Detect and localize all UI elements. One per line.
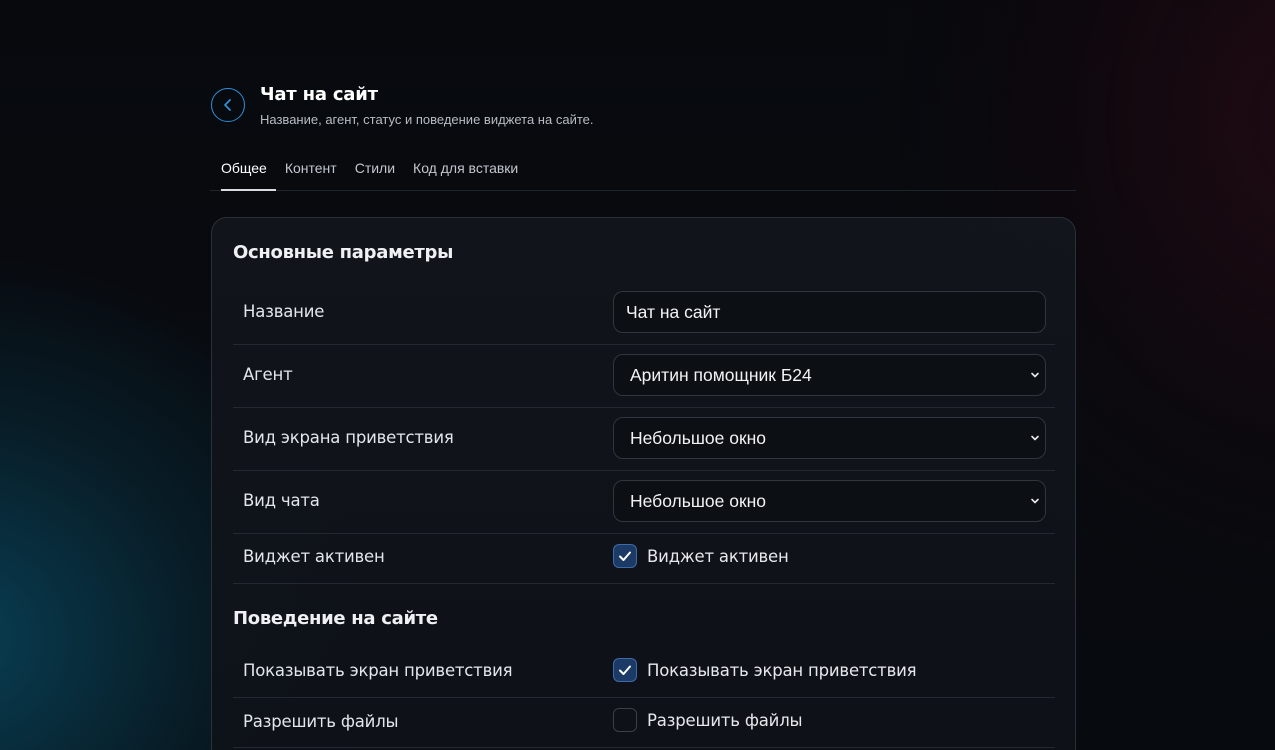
chat-view-select[interactable]: Небольшое окно xyxy=(613,480,1046,522)
row-name: Название Чат на сайт xyxy=(233,282,1055,345)
allow-files-checkbox[interactable] xyxy=(613,708,637,732)
row-allow-files: Разрешить файлы Разрешить файлы xyxy=(233,698,1055,748)
chat-view-label: Вид чата xyxy=(243,491,320,510)
welcome-view-label: Вид экрана приветствия xyxy=(243,428,454,447)
name-label: Название xyxy=(243,302,325,321)
name-input-value: Чат на сайт xyxy=(626,301,721,322)
chevron-down-icon xyxy=(1031,435,1039,441)
chevron-down-icon xyxy=(1031,372,1039,378)
allow-files-checkbox-control[interactable]: Разрешить файлы xyxy=(613,708,803,732)
chat-view-select-value: Небольшое окно xyxy=(630,490,767,511)
row-show-welcome: Показывать экран приветствия Показывать … xyxy=(233,648,1055,698)
row-welcome-view: Вид экрана приветствия Небольшое окно xyxy=(233,408,1055,471)
tab-styles[interactable]: Стили xyxy=(346,158,404,190)
tab-content[interactable]: Контент xyxy=(276,158,346,190)
name-input[interactable]: Чат на сайт xyxy=(613,291,1046,333)
back-button[interactable] xyxy=(211,88,245,122)
section-title-behavior: Поведение на сайте xyxy=(233,608,438,629)
row-chat-view: Вид чата Небольшое окно xyxy=(233,471,1055,534)
page-subtitle: Название, агент, статус и поведение видж… xyxy=(260,112,594,127)
agent-select[interactable]: Аритин помощник Б24 xyxy=(613,354,1046,396)
chevron-down-icon xyxy=(1031,498,1039,504)
show-welcome-checkbox-label: Показывать экран приветствия xyxy=(647,660,917,680)
tab-bar: Общее Контент Стили Код для вставки xyxy=(210,158,1076,191)
show-welcome-checkbox-control[interactable]: Показывать экран приветствия xyxy=(613,658,917,682)
welcome-view-select[interactable]: Небольшое окно xyxy=(613,417,1046,459)
check-icon xyxy=(619,551,631,561)
agent-select-value: Аритин помощник Б24 xyxy=(630,364,812,385)
show-welcome-label: Показывать экран приветствия xyxy=(243,661,513,680)
check-icon xyxy=(619,665,631,675)
page-title: Чат на сайт xyxy=(260,84,378,105)
allow-files-checkbox-label: Разрешить файлы xyxy=(647,710,803,730)
widget-active-label: Виджет активен xyxy=(243,547,385,566)
widget-active-checkbox-label: Виджет активен xyxy=(647,546,789,566)
tab-embed-code[interactable]: Код для вставки xyxy=(404,158,527,190)
page-header: Чат на сайт Название, агент, статус и по… xyxy=(210,84,1076,134)
tab-general[interactable]: Общее xyxy=(210,158,276,191)
allow-files-label: Разрешить файлы xyxy=(243,712,399,731)
section-title-main: Основные параметры xyxy=(233,242,454,263)
row-agent: Агент Аритин помощник Б24 xyxy=(233,345,1055,408)
chevron-left-icon xyxy=(224,99,231,111)
settings-card: Основные параметры Название Чат на сайт … xyxy=(211,217,1076,750)
welcome-view-select-value: Небольшое окно xyxy=(630,427,767,448)
widget-active-checkbox-control[interactable]: Виджет активен xyxy=(613,544,789,568)
show-welcome-checkbox[interactable] xyxy=(613,658,637,682)
widget-active-checkbox[interactable] xyxy=(613,544,637,568)
row-widget-active: Виджет активен Виджет активен xyxy=(233,534,1055,584)
agent-label: Агент xyxy=(243,365,293,384)
